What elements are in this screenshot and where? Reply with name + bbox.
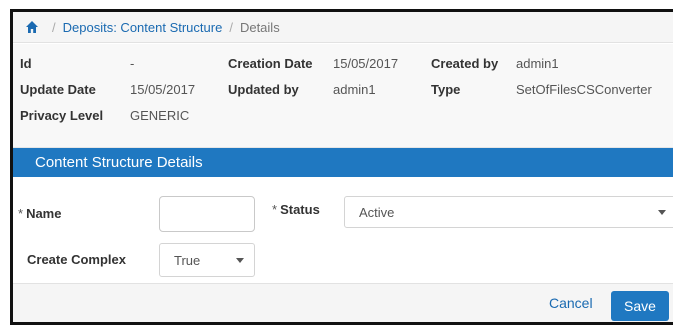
details-page: / Deposits: Content Structure / Details … <box>10 9 673 325</box>
breadcrumb-separator: / <box>229 19 233 35</box>
created-by-label: Created by <box>431 56 499 71</box>
save-button[interactable]: Save <box>611 291 669 321</box>
created-by-value: admin1 <box>516 56 559 71</box>
id-label: Id <box>20 56 32 71</box>
panel-header: Content Structure Details <box>13 148 673 177</box>
cancel-button[interactable]: Cancel <box>549 295 593 311</box>
type-label: Type <box>431 82 461 97</box>
update-date-value: 15/05/2017 <box>130 82 196 97</box>
required-mark: * <box>272 202 278 217</box>
breadcrumb-separator: / <box>52 19 56 35</box>
privacy-level-label: Privacy Level <box>20 108 104 123</box>
breadcrumb: / Deposits: Content Structure / Details <box>13 12 673 43</box>
chevron-down-icon <box>236 258 244 263</box>
breadcrumb-current: Details <box>239 19 280 35</box>
status-select[interactable]: Active <box>344 196 673 228</box>
panel-title: Content Structure Details <box>35 154 203 171</box>
creation-date-label: Creation Date <box>228 56 313 71</box>
status-selected-value: Active <box>359 204 395 220</box>
form-footer: Cancel Save <box>13 283 673 322</box>
create-complex-selected-value: True <box>174 252 201 268</box>
privacy-level-value: GENERIC <box>130 108 190 123</box>
updated-by-value: admin1 <box>333 82 376 97</box>
updated-by-label: Updated by <box>228 82 299 97</box>
id-value: - <box>130 56 135 71</box>
name-input[interactable] <box>159 196 255 232</box>
status-label: * Status <box>272 202 320 217</box>
creation-date-value: 15/05/2017 <box>333 56 399 71</box>
required-mark: * <box>18 206 24 221</box>
record-info: Id - Creation Date 15/05/2017 Created by… <box>13 44 673 148</box>
create-complex-select[interactable]: True <box>159 243 255 277</box>
breadcrumb-link-content-structure[interactable]: Deposits: Content Structure <box>63 20 223 35</box>
create-complex-label: Create Complex <box>27 252 126 267</box>
name-label: * Name <box>18 206 62 221</box>
content-structure-form: * Name * Status Active Create Complex True <box>13 177 673 283</box>
update-date-label: Update Date <box>20 82 96 97</box>
chevron-down-icon <box>658 210 666 215</box>
home-icon[interactable] <box>25 20 39 34</box>
type-value: SetOfFilesCSConverter <box>516 82 652 97</box>
